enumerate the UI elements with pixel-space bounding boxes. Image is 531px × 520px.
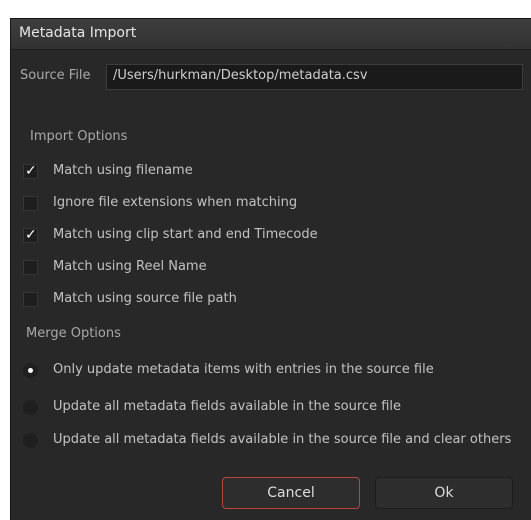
ok-button[interactable]: Ok (375, 477, 513, 509)
radio-update-all[interactable] (23, 400, 38, 415)
option-label: Update all metadata fields available in … (53, 399, 401, 414)
radio-only-update[interactable] (23, 363, 38, 378)
checkmark-icon: ✓ (25, 227, 37, 243)
checkbox-ignore-extensions[interactable] (23, 196, 38, 211)
source-file-field[interactable]: /Users/hurkman/Desktop/metadata.csv (106, 64, 523, 90)
dialog-title: Metadata Import (19, 25, 137, 41)
metadata-import-dialog: Metadata Import Source File /Users/hurkm… (10, 18, 531, 520)
option-label: Match using source file path (53, 291, 237, 306)
import-options-heading: Import Options (30, 129, 128, 144)
checkmark-icon: ✓ (25, 163, 37, 179)
option-label: Only update metadata items with entries … (53, 362, 434, 377)
source-file-label: Source File (20, 68, 91, 83)
radio-update-all-clear[interactable] (23, 433, 38, 448)
cancel-button[interactable]: Cancel (222, 477, 360, 509)
option-label: Match using filename (53, 163, 193, 178)
checkbox-match-filename[interactable]: ✓ (23, 163, 38, 179)
option-label: Update all metadata fields available in … (53, 432, 512, 447)
checkbox-match-timecode[interactable]: ✓ (23, 227, 38, 243)
option-label: Ignore file extensions when matching (53, 195, 298, 210)
option-label: Match using clip start and end Timecode (53, 227, 318, 242)
checkbox-match-reel-name[interactable] (23, 260, 38, 275)
radio-selected-dot (28, 368, 33, 373)
merge-options-heading: Merge Options (26, 326, 121, 341)
dialog-titlebar[interactable]: Metadata Import (11, 19, 531, 50)
option-label: Match using Reel Name (53, 259, 207, 274)
checkbox-match-source-path[interactable] (23, 292, 38, 307)
